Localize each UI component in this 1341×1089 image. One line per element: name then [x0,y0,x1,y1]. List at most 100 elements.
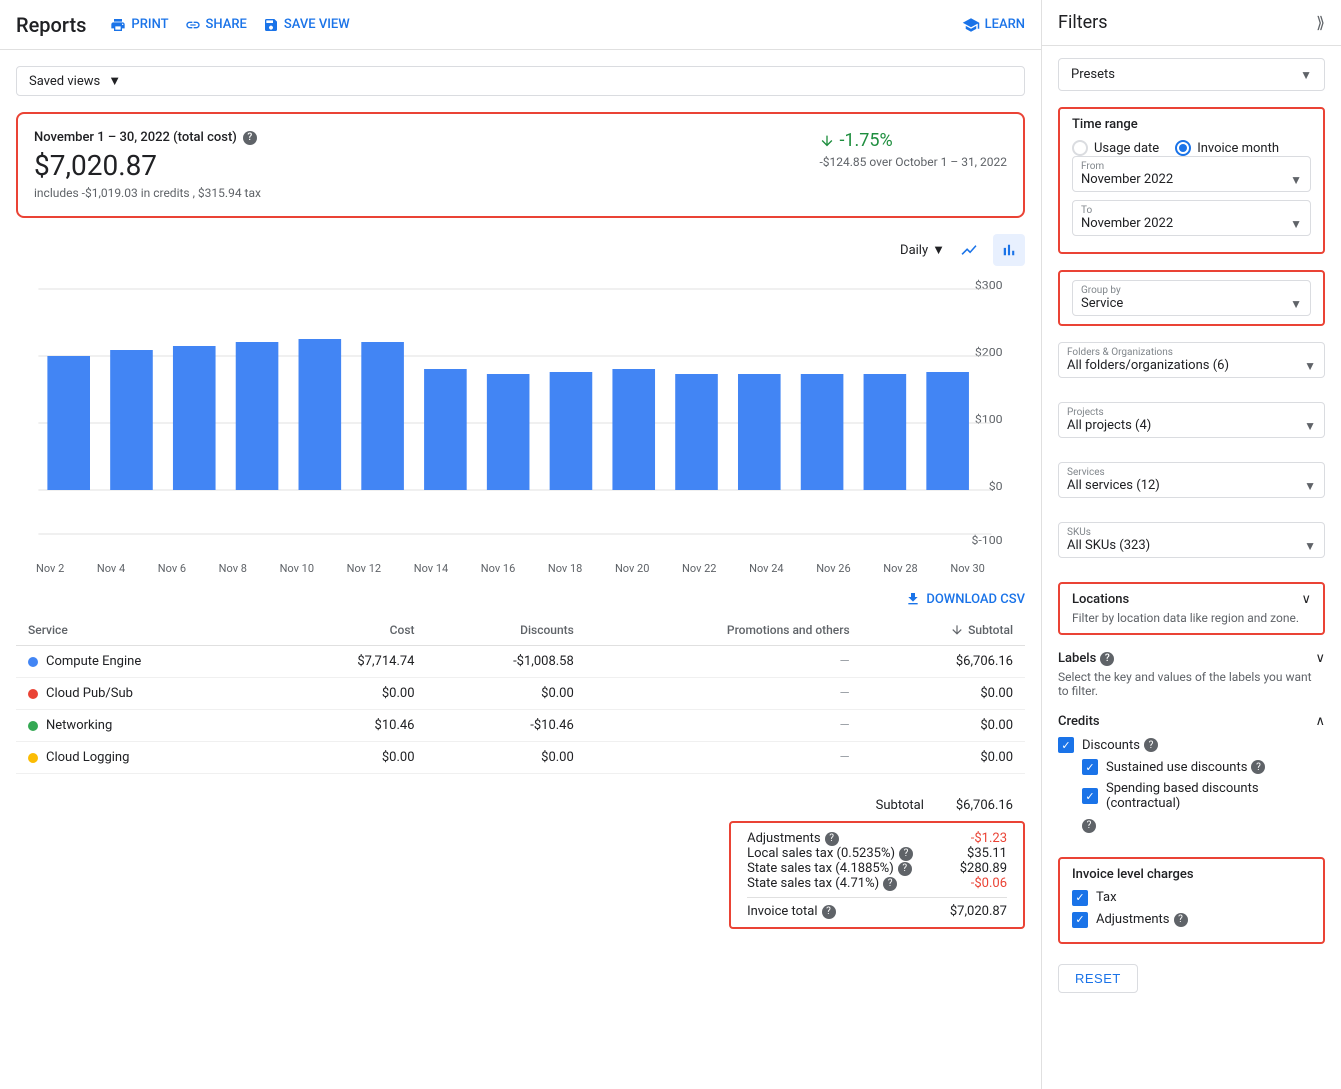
group-by-dropdown[interactable]: Group by Service ▼ [1072,280,1311,316]
services-dropdown[interactable]: Services All services (12) ▼ [1058,462,1325,498]
service-color-dot [28,657,38,667]
service-name-cell: Cloud Logging [46,750,129,765]
time-range-radio-group: Usage date Invoice month [1072,140,1311,156]
subtotal-cell: $0.00 [862,678,1025,710]
svg-text:$100: $100 [975,413,1003,426]
credits-chevron-icon: ∧ [1315,714,1325,729]
summary-help-icon[interactable]: ? [243,131,257,145]
service-name-cell: Cloud Pub/Sub [46,686,133,701]
group-by-section: Group by Service ▼ [1058,270,1325,326]
spending-based-checkbox-row: Spending based discounts (contractual) [1082,781,1325,811]
subtotal-label: Subtotal [876,798,924,813]
summary-card: November 1 – 30, 2022 (total cost) ? $7,… [16,112,1025,218]
learn-icon [962,16,980,34]
credits-section: Credits ∧ Discounts ? Sustained use disc… [1058,714,1325,841]
download-csv-button[interactable]: DOWNLOAD CSV [905,591,1025,607]
sustained-use-checkbox[interactable] [1082,759,1098,775]
table-row: Networking $10.46 -$10.46 — $0.00 [16,710,1025,742]
projects-chevron-icon: ▼ [1304,419,1316,433]
page-title: Reports [16,13,86,37]
folders-chevron-icon: ▼ [1304,359,1316,373]
service-name-cell: Compute Engine [46,654,141,669]
presets-dropdown[interactable]: Presets ▼ [1058,58,1325,91]
col-discounts: Discounts [427,615,586,646]
service-table: Service Cost Discounts Promotions and ot… [16,615,1025,774]
svg-text:$300: $300 [975,279,1003,292]
discounts-cell: $0.00 [427,678,586,710]
discounts-cell: -$10.46 [427,710,586,742]
share-label: SHARE [206,17,247,32]
invoice-level-section: Invoice level charges Tax Adjustments ? [1058,857,1325,944]
learn-button[interactable]: LEARN [962,16,1025,34]
promotions-cell: — [586,646,862,678]
locations-expand-button[interactable]: Locations ∨ [1072,592,1311,607]
locations-chevron-icon: ∨ [1301,592,1311,607]
spending-based-checkbox[interactable] [1082,788,1098,804]
skus-chevron-icon: ▼ [1304,539,1316,553]
labels-expand-button[interactable]: Labels ? ∨ [1058,651,1325,666]
discounts-help-icon[interactable]: ? [1144,738,1158,752]
line-chart-icon [960,241,978,259]
adjustments-checkbox[interactable] [1072,912,1088,928]
to-chevron-icon: ▼ [1290,217,1302,231]
arrow-down-icon [819,133,835,149]
filters-title: Filters [1058,12,1108,33]
bar-chart-button[interactable] [993,234,1025,266]
summary-title: November 1 – 30, 2022 (total cost) ? [34,130,261,145]
saved-views-dropdown[interactable]: Saved views ▼ [16,66,1025,96]
share-button[interactable]: SHARE [185,17,247,33]
daily-dropdown[interactable]: Daily ▼ [900,242,945,258]
state-tax2-help-icon[interactable]: ? [883,877,897,891]
projects-dropdown[interactable]: Projects All projects (4) ▼ [1058,402,1325,438]
svg-text:$200: $200 [975,346,1003,359]
cost-cell: $10.46 [274,710,427,742]
summary-includes: includes -$1,019.03 in credits , $315.94… [34,186,261,200]
usage-date-radio[interactable]: Usage date [1072,140,1159,156]
from-dropdown[interactable]: From November 2022 ▼ [1072,156,1311,192]
skus-dropdown[interactable]: SKUs All SKUs (323) ▼ [1058,522,1325,558]
bar-chart: $300 $200 $100 $0 $-100 [16,274,1025,554]
adjustments-help-icon[interactable]: ? [825,832,839,846]
save-icon [263,17,279,33]
learn-label: LEARN [985,17,1025,32]
sustained-use-help-icon[interactable]: ? [1251,760,1265,774]
adjustments-filter-help-icon[interactable]: ? [1174,913,1188,927]
service-color-dot [28,689,38,699]
service-name-cell: Networking [46,718,112,733]
local-tax-help-icon[interactable]: ? [899,847,913,861]
labels-section: Labels ? ∨ Select the key and values of … [1058,651,1325,698]
promotions-cell: — [586,678,862,710]
spending-based-help-icon[interactable]: ? [1082,819,1096,833]
group-by-chevron-icon: ▼ [1290,297,1302,311]
locations-section: Locations ∨ Filter by location data like… [1058,582,1325,635]
subtotal-value: $6,706.16 [956,798,1013,813]
invoice-total-help-icon[interactable]: ? [822,905,836,919]
subtotal-cell: $0.00 [862,742,1025,774]
download-icon [905,591,921,607]
table-row: Cloud Pub/Sub $0.00 $0.00 — $0.00 [16,678,1025,710]
print-button[interactable]: PRINT [110,17,168,33]
cost-cell: $7,714.74 [274,646,427,678]
to-dropdown[interactable]: To November 2022 ▼ [1072,200,1311,236]
discounts-cell: $0.00 [427,742,586,774]
state-sales-tax-row: State sales tax (4.1885%) ? $280.89 [747,861,1007,876]
bar-chart-icon [1000,241,1018,259]
collapse-button[interactable]: ⟫ [1316,13,1325,32]
col-cost: Cost [274,615,427,646]
discounts-checkbox[interactable] [1058,737,1074,753]
subtotal-cell: $6,706.16 [862,646,1025,678]
chevron-down-icon: ▼ [932,242,945,258]
adjustments-row: Adjustments ? -$1.23 [747,831,1007,846]
state-tax-help-icon[interactable]: ? [898,862,912,876]
table-row: Compute Engine $7,714.74 -$1,008.58 — $6… [16,646,1025,678]
reset-button[interactable]: RESET [1058,964,1138,993]
line-chart-button[interactable] [953,234,985,266]
invoice-month-radio[interactable]: Invoice month [1175,140,1279,156]
save-view-button[interactable]: SAVE VIEW [263,17,350,33]
sort-icon [950,623,964,637]
folders-dropdown[interactable]: Folders & Organizations All folders/orga… [1058,342,1325,378]
subtotal-row: Subtotal $6,706.16 [16,790,1025,821]
tax-checkbox[interactable] [1072,890,1088,906]
service-color-dot [28,721,38,731]
labels-help-icon[interactable]: ? [1100,652,1114,666]
